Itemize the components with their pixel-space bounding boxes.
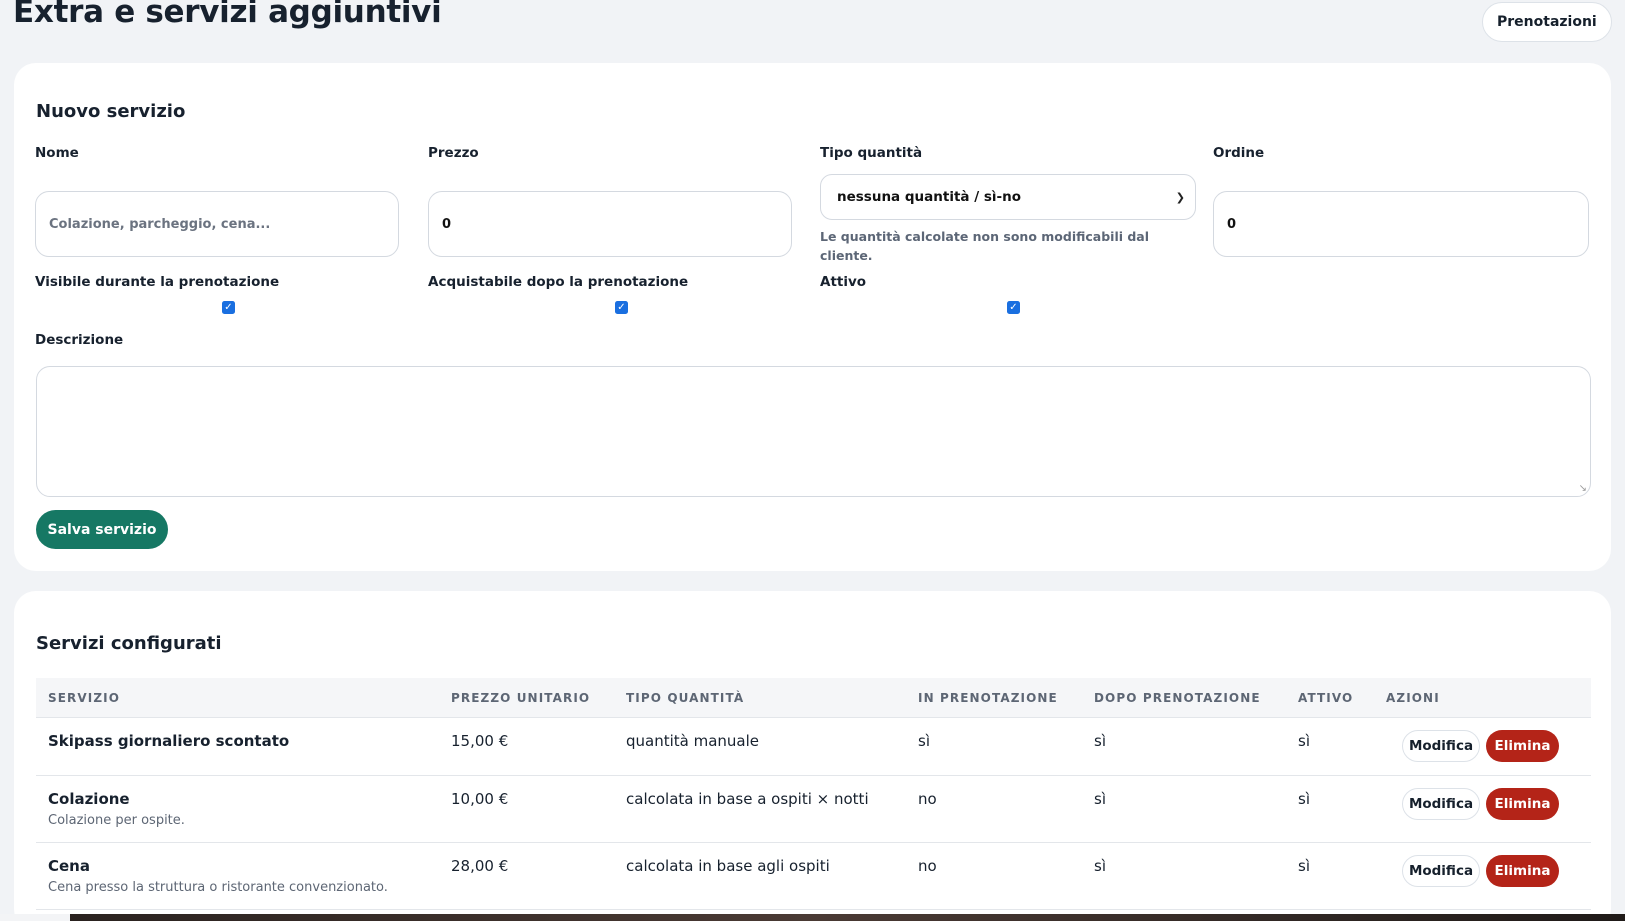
- order-label: Ordine: [1213, 145, 1265, 161]
- new-service-title: Nuovo servizio: [36, 101, 186, 122]
- service-qty-type: calcolata in base agli ospiti: [626, 857, 830, 875]
- prenotazioni-button[interactable]: Prenotazioni: [1482, 2, 1612, 42]
- col-header-servizio: SERVIZIO: [48, 691, 120, 705]
- edit-button[interactable]: Modifica: [1402, 730, 1480, 762]
- resize-grip-icon[interactable]: ↘: [1579, 483, 1587, 494]
- table-row: Cena Cena presso la struttura o ristoran…: [36, 843, 1591, 910]
- edit-button[interactable]: Modifica: [1402, 788, 1480, 820]
- col-header-attivo: ATTIVO: [1298, 691, 1354, 705]
- qty-type-hint: Le quantità calcolate non sono modificab…: [820, 229, 1150, 263]
- service-active: sì: [1298, 857, 1310, 875]
- col-header-azioni: AZIONI: [1386, 691, 1440, 705]
- service-active: sì: [1298, 790, 1310, 808]
- service-price: 15,00 €: [451, 732, 509, 750]
- table-header: SERVIZIO PREZZO UNITARIO TIPO QUANTITÀ I…: [36, 678, 1591, 718]
- price-input[interactable]: 0: [428, 191, 792, 257]
- name-input[interactable]: Colazione, parcheggio, cena...: [35, 191, 399, 257]
- edit-button[interactable]: Modifica: [1402, 855, 1480, 887]
- delete-button[interactable]: Elimina: [1486, 788, 1559, 820]
- after-booking-checkbox[interactable]: ✓: [615, 301, 628, 314]
- page-title: Extra e servizi aggiuntivi: [13, 0, 442, 30]
- service-in-booking: no: [918, 790, 937, 808]
- service-qty-type: calcolata in base a ospiti × notti: [626, 790, 869, 808]
- service-active: sì: [1298, 732, 1310, 750]
- name-label: Nome: [35, 145, 79, 161]
- qty-type-label: Tipo quantità: [820, 145, 923, 161]
- taskbar: [0, 914, 1625, 921]
- delete-button[interactable]: Elimina: [1486, 730, 1559, 762]
- service-price: 10,00 €: [451, 790, 509, 808]
- visible-checkbox[interactable]: ✓: [222, 301, 235, 314]
- service-description: Colazione per ospite.: [48, 813, 185, 828]
- service-after-booking: sì: [1094, 732, 1106, 750]
- col-header-prezzo: PREZZO UNITARIO: [451, 691, 591, 705]
- service-in-booking: sì: [918, 732, 930, 750]
- col-header-tipo: TIPO QUANTITÀ: [626, 691, 745, 705]
- qty-type-select[interactable]: nessuna quantità / sì-no ❯: [820, 174, 1196, 220]
- save-service-button[interactable]: Salva servizio: [36, 510, 168, 549]
- service-description: Cena presso la struttura o ristorante co…: [48, 880, 388, 895]
- active-checkbox[interactable]: ✓: [1007, 301, 1020, 314]
- service-qty-type: quantità manuale: [626, 732, 760, 750]
- col-header-in-prenotazione: IN PRENOTAZIONE: [918, 691, 1058, 705]
- service-after-booking: sì: [1094, 857, 1106, 875]
- service-name: Colazione: [48, 790, 130, 808]
- service-price: 28,00 €: [451, 857, 509, 875]
- order-input[interactable]: 0: [1213, 191, 1589, 257]
- new-service-card: Nuovo servizio Nome Colazione, parcheggi…: [14, 63, 1611, 571]
- price-label: Prezzo: [428, 145, 479, 161]
- description-textarea[interactable]: ↘: [36, 366, 1591, 497]
- service-after-booking: sì: [1094, 790, 1106, 808]
- after-booking-label: Acquistabile dopo la prenotazione: [428, 274, 689, 290]
- services-table: SERVIZIO PREZZO UNITARIO TIPO QUANTITÀ I…: [36, 678, 1591, 910]
- chevron-down-icon: ❯: [1175, 190, 1185, 204]
- service-name: Skipass giornaliero scontato: [48, 732, 290, 750]
- delete-button[interactable]: Elimina: [1486, 855, 1559, 887]
- service-name: Cena: [48, 857, 90, 875]
- col-header-dopo-prenotazione: DOPO PRENOTAZIONE: [1094, 691, 1261, 705]
- active-label: Attivo: [820, 274, 867, 290]
- service-in-booking: no: [918, 857, 937, 875]
- configured-services-title: Servizi configurati: [36, 633, 222, 654]
- table-row: Skipass giornaliero scontato 15,00 € qua…: [36, 718, 1591, 776]
- description-label: Descrizione: [35, 332, 124, 348]
- table-row: Colazione Colazione per ospite. 10,00 € …: [36, 776, 1591, 843]
- visible-label: Visibile durante la prenotazione: [35, 274, 280, 290]
- configured-services-card: Servizi configurati SERVIZIO PREZZO UNIT…: [14, 591, 1611, 921]
- qty-type-value: nessuna quantità / sì-no: [837, 189, 1021, 205]
